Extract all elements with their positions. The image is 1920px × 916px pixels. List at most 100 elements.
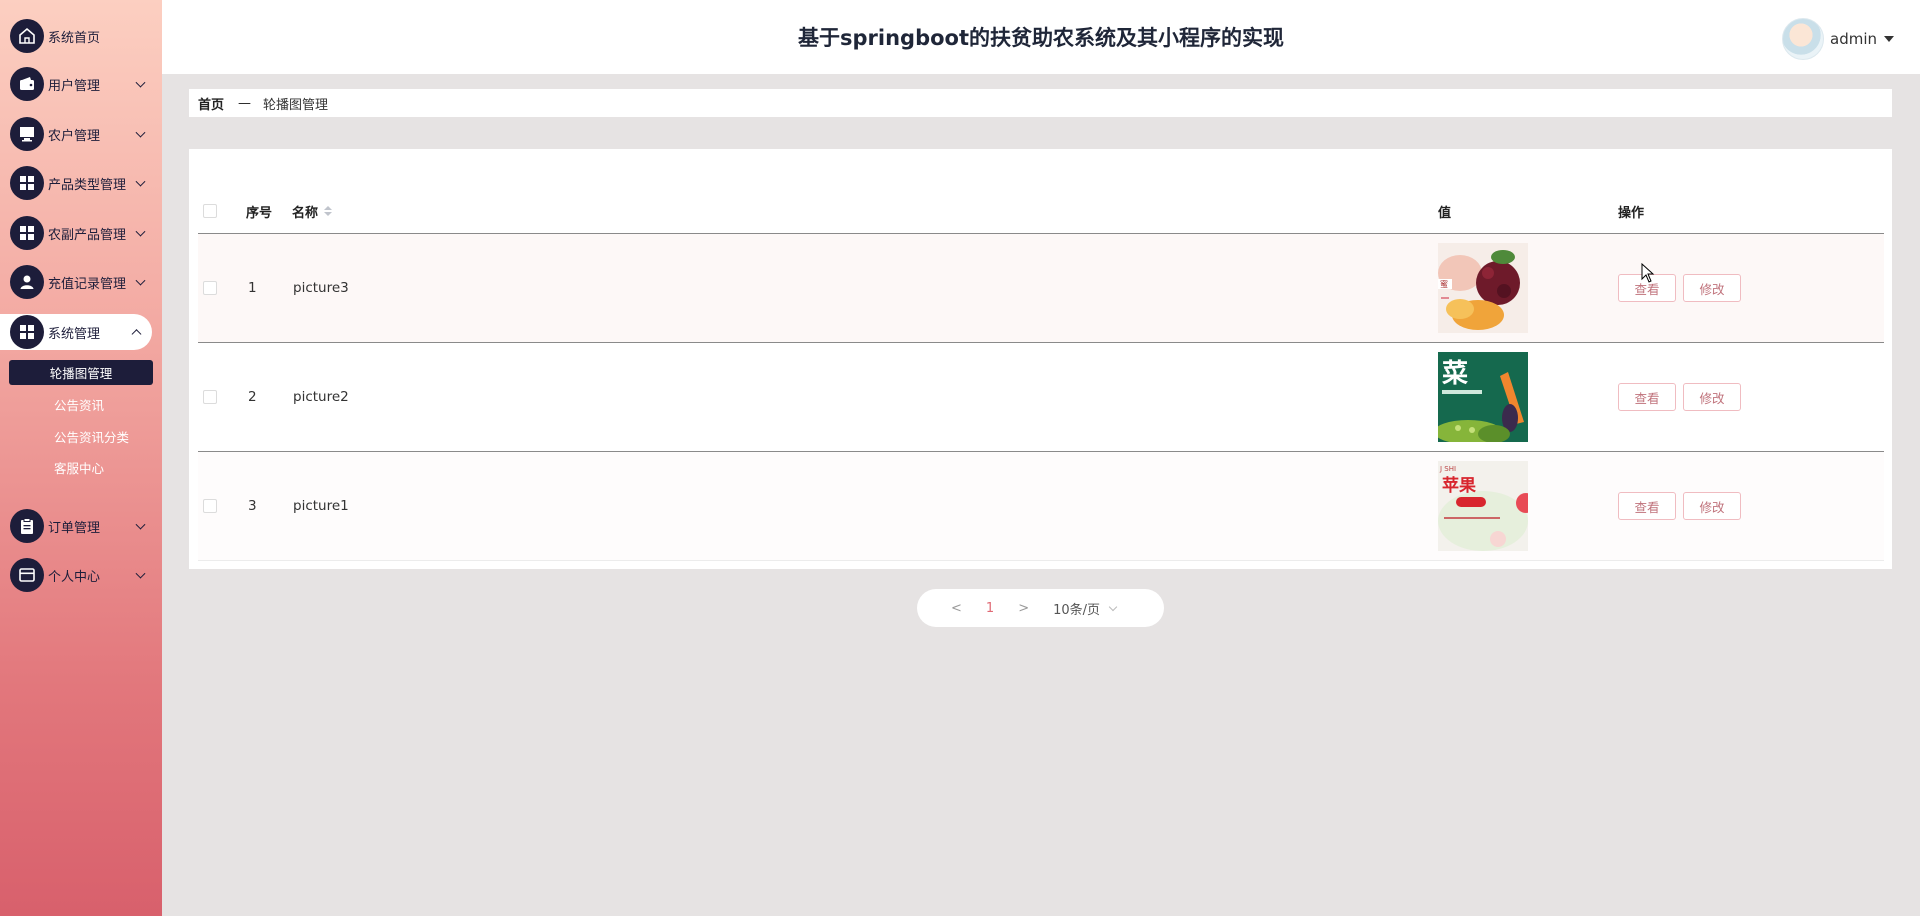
sidebar-item-label: 订单管理 (48, 520, 101, 536)
row-actions: 查看 修改 (1618, 452, 1748, 560)
sidebar-item-product-types[interactable]: 产品类型管理 (0, 165, 162, 201)
edit-button[interactable]: 修改 (1683, 492, 1741, 520)
sidebar-item-label: 系统管理 (48, 326, 101, 342)
chevron-down-icon (135, 519, 146, 530)
svg-text:苹果: 苹果 (1442, 475, 1476, 496)
sidebar-item-label: 系统首页 (48, 30, 101, 46)
edit-button[interactable]: 修改 (1683, 274, 1741, 302)
breadcrumb-separator: — (238, 95, 252, 111)
view-button[interactable]: 查看 (1618, 383, 1676, 411)
row-name: picture3 (293, 280, 349, 296)
chevron-down-icon (135, 226, 146, 237)
row-checkbox[interactable] (203, 390, 217, 404)
column-actions: 操作 (1618, 205, 1645, 221)
row-select-cell (203, 343, 217, 451)
monitor-icon (10, 117, 44, 151)
sidebar-item-label: 农户管理 (48, 128, 101, 144)
user-menu[interactable]: admin (1782, 18, 1894, 60)
sidebar-item-label: 充值记录管理 (48, 276, 127, 292)
card-icon (10, 558, 44, 592)
chevron-down-icon (135, 127, 146, 138)
row-image-cell: 菜 (1438, 343, 1528, 451)
table-row: 3 picture1 J SHI 苹果 查看 修改 (198, 452, 1884, 561)
chevron-down-icon (135, 176, 146, 187)
sidebar-item-label: 个人中心 (48, 569, 101, 585)
page-size-label: 10条/页 (1053, 602, 1101, 618)
grid-icon (10, 315, 44, 349)
breadcrumb-home[interactable]: 首页 (198, 94, 224, 113)
table-row: 1 picture3 蜜 查看 修改 (198, 234, 1884, 343)
chevron-down-icon (135, 568, 146, 579)
view-button[interactable]: 查看 (1618, 492, 1676, 520)
sidebar-subitem-service-center[interactable]: 客服中心 (54, 458, 104, 477)
sidebar-item-label: 用户管理 (48, 78, 101, 94)
user-name: admin (1830, 30, 1877, 48)
row-actions: 查看 修改 (1618, 234, 1748, 342)
sidebar-item-recharge[interactable]: 充值记录管理 (0, 264, 162, 300)
wallet-icon (10, 67, 44, 101)
sidebar-subitem-notices[interactable]: 公告资讯 (54, 395, 104, 414)
person-icon (10, 265, 44, 299)
apple-poster[interactable]: J SHI 苹果 (1438, 461, 1528, 551)
sidebar-subitem-carousel[interactable]: 轮播图管理 (9, 360, 153, 385)
column-value: 值 (1438, 205, 1452, 221)
sort-icon[interactable] (324, 206, 333, 216)
sidebar: 系统首页 用户管理 农户管理 产品类型管理 农副产品管理 充值记录管理 系统管理… (0, 0, 162, 916)
row-index: 3 (248, 498, 257, 514)
row-select-cell (203, 234, 217, 342)
row-actions: 查看 修改 (1618, 343, 1748, 451)
sidebar-subitem-notice-categories[interactable]: 公告资讯分类 (54, 427, 129, 446)
page-title: 基于springboot的扶贫助农系统及其小程序的实现 (798, 26, 1284, 50)
grid-icon (10, 216, 44, 250)
caret-down-icon (1884, 36, 1894, 42)
row-checkbox[interactable] (203, 499, 217, 513)
sidebar-item-profile[interactable]: 个人中心 (0, 557, 162, 593)
prev-page-button[interactable]: < (951, 601, 962, 616)
row-image-cell: 蜜 (1438, 234, 1528, 342)
svg-text:蜜: 蜜 (1440, 279, 1448, 289)
row-index: 1 (248, 280, 257, 296)
chevron-down-icon (135, 77, 146, 88)
pagination: < 1 > 10条/页 (917, 589, 1164, 627)
sidebar-item-products[interactable]: 农副产品管理 (0, 215, 162, 251)
svg-text:J SHI: J SHI (1439, 465, 1456, 473)
chevron-down-icon (1108, 602, 1118, 611)
edit-button[interactable]: 修改 (1683, 383, 1741, 411)
vegetable-photo[interactable]: 菜 (1438, 352, 1528, 442)
page-number-button[interactable]: 1 (986, 601, 994, 616)
select-all-checkbox[interactable] (203, 204, 217, 218)
home-icon (10, 19, 44, 53)
breadcrumb: 首页 — 轮播图管理 (189, 89, 1892, 117)
sidebar-item-label: 产品类型管理 (48, 177, 127, 193)
fruit-photo[interactable]: 蜜 (1438, 243, 1528, 333)
breadcrumb-current: 轮播图管理 (263, 97, 329, 113)
row-index: 2 (248, 389, 257, 405)
table-header: 序号 名称 值 操作 (198, 189, 1884, 234)
column-name-label: 名称 (292, 205, 319, 221)
row-name: picture1 (293, 498, 349, 514)
sidebar-item-farmers[interactable]: 农户管理 (0, 116, 162, 152)
chevron-down-icon (135, 275, 146, 286)
row-checkbox[interactable] (203, 281, 217, 295)
top-header: 基于springboot的扶贫助农系统及其小程序的实现 admin (162, 0, 1920, 74)
clipboard-icon (10, 509, 44, 543)
mouse-cursor-icon (1641, 263, 1655, 283)
row-image-cell: J SHI 苹果 (1438, 452, 1528, 560)
svg-text:菜: 菜 (1441, 359, 1468, 389)
row-select-cell (203, 452, 217, 560)
table-row: 2 picture2 菜 查看 修改 (198, 343, 1884, 452)
column-name[interactable]: 名称 (292, 189, 333, 233)
sidebar-item-label: 农副产品管理 (48, 227, 127, 243)
column-index: 序号 (246, 205, 273, 221)
row-name: picture2 (293, 389, 349, 405)
page-size-select[interactable]: 10条/页 (1053, 599, 1118, 618)
select-all-cell (203, 189, 217, 233)
sidebar-item-orders[interactable]: 订单管理 (0, 508, 162, 544)
next-page-button[interactable]: > (1018, 601, 1029, 616)
avatar (1782, 18, 1824, 60)
sidebar-item-system[interactable]: 系统管理 (0, 314, 152, 350)
grid-icon (10, 166, 44, 200)
sidebar-item-users[interactable]: 用户管理 (0, 66, 162, 102)
table-card: 序号 名称 值 操作 1 picture3 蜜 查看 修改 2 picture2… (189, 149, 1892, 569)
sidebar-item-home[interactable]: 系统首页 (0, 18, 162, 54)
